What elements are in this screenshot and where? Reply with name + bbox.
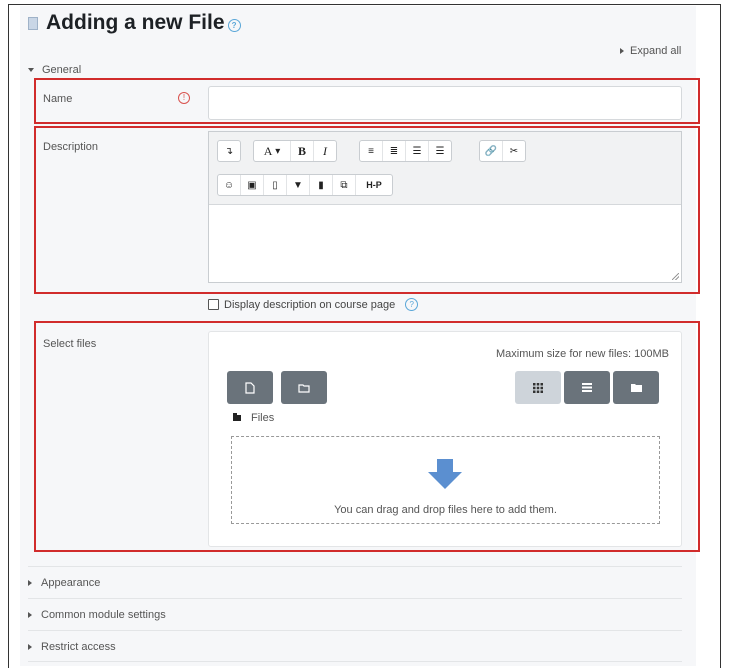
section-appearance[interactable]: Appearance [28, 577, 100, 589]
drop-arrow-icon [428, 459, 462, 489]
page-title: Adding a new File [46, 11, 225, 34]
italic-label: I [323, 143, 327, 158]
caret-right-icon [28, 612, 32, 619]
section-general-header[interactable]: General [28, 64, 81, 76]
folder-icon [233, 413, 241, 421]
max-size-text: Maximum size for new files: 100MB [496, 348, 669, 360]
help-icon[interactable]: ? [227, 18, 241, 32]
caret-right-icon [620, 48, 624, 55]
folder-open-icon [298, 383, 310, 393]
record-video-icon[interactable]: ▮ [310, 175, 333, 195]
caret-down-icon [28, 68, 34, 73]
page-heading: Adding a new File ? [28, 11, 241, 35]
name-input[interactable] [208, 86, 682, 120]
toolbar-group-links: 🔗 ✂ [479, 140, 526, 162]
name-label: Name [43, 93, 73, 105]
divider [28, 661, 682, 662]
toolbar-group-undo: ↴ [217, 140, 241, 162]
add-file-button[interactable] [227, 371, 273, 404]
emoji-icon[interactable]: ☺ [218, 175, 241, 195]
help-icon[interactable]: ? [405, 298, 419, 311]
view-tree-button[interactable] [613, 371, 659, 404]
toolbar-group-media: ☺ ▣ ▯ ▼ ▮ ⧉ H-P [217, 174, 393, 196]
display-description-checkbox[interactable] [208, 299, 219, 310]
files-path-label: Files [251, 412, 275, 424]
section-common-module-settings[interactable]: Common module settings [28, 609, 166, 621]
files-path[interactable]: Files [233, 412, 274, 424]
media-icon[interactable]: ▯ [264, 175, 287, 195]
image-icon[interactable]: ▣ [241, 175, 264, 195]
drop-zone[interactable]: You can drag and drop files here to add … [231, 436, 660, 524]
view-icons-button[interactable] [515, 371, 561, 404]
grid-icon [533, 382, 543, 393]
bullet-list-icon[interactable]: ≡ [360, 141, 383, 161]
resize-handle[interactable] [672, 273, 679, 280]
font-style-button[interactable]: A ▾ [254, 141, 291, 161]
section-general-label: General [42, 64, 82, 76]
unlink-icon[interactable]: ✂ [503, 141, 525, 161]
file-icon [28, 16, 38, 30]
display-description-label[interactable]: Display description on course page [224, 299, 395, 311]
view-list-button[interactable] [564, 371, 610, 404]
select-files-label: Select files [43, 338, 97, 350]
create-folder-button[interactable] [281, 371, 327, 404]
description-label: Description [43, 141, 99, 153]
outdent-icon[interactable]: ☰ [406, 141, 429, 161]
divider [28, 630, 682, 631]
italic-button[interactable]: I [314, 141, 336, 161]
section-restrict-access[interactable]: Restrict access [28, 641, 116, 653]
font-style-label: A [263, 143, 273, 158]
description-editor[interactable]: ↴ A ▾ B I ≡ ≣ ☰ ☰ 🔗 ✂ ☺ ▣ ▯ ▼ ▮ ⧉ H-P [208, 131, 682, 283]
section-appearance-label: Appearance [41, 577, 101, 589]
numbered-list-icon[interactable]: ≣ [383, 141, 406, 161]
divider [28, 598, 682, 599]
toolbar-group-style: A ▾ B I [253, 140, 337, 162]
bold-button[interactable]: B [291, 141, 314, 161]
caret-right-icon [28, 644, 32, 651]
h5p-label: H-P [366, 180, 382, 190]
expand-all-label: Expand all [630, 45, 682, 57]
list-icon [582, 383, 592, 392]
editor-toolbar: ↴ A ▾ B I ≡ ≣ ☰ ☰ 🔗 ✂ ☺ ▣ ▯ ▼ ▮ ⧉ H-P [209, 132, 681, 205]
bold-label: B [297, 143, 306, 158]
record-audio-icon[interactable]: ▼ [287, 175, 310, 195]
link-icon[interactable]: 🔗 [480, 141, 503, 161]
display-description-row: Display description on course page ? [208, 298, 419, 311]
required-icon: ! [178, 92, 190, 104]
indent-icon[interactable]: ☰ [429, 141, 451, 161]
section-common-module-settings-label: Common module settings [41, 609, 166, 621]
undo-icon[interactable]: ↴ [218, 141, 240, 161]
folder-icon [630, 384, 642, 392]
toolbar-group-lists: ≡ ≣ ☰ ☰ [359, 140, 452, 162]
file-picker: Maximum size for new files: 100MB Files … [208, 331, 682, 547]
divider [28, 566, 682, 567]
manage-files-icon[interactable]: ⧉ [333, 175, 356, 195]
section-restrict-access-label: Restrict access [41, 641, 116, 653]
expand-all-link[interactable]: Expand all [620, 45, 681, 57]
file-icon [245, 381, 255, 394]
caret-right-icon [28, 580, 32, 587]
drop-zone-text: You can drag and drop files here to add … [334, 504, 557, 516]
h5p-icon[interactable]: H-P [356, 175, 392, 195]
